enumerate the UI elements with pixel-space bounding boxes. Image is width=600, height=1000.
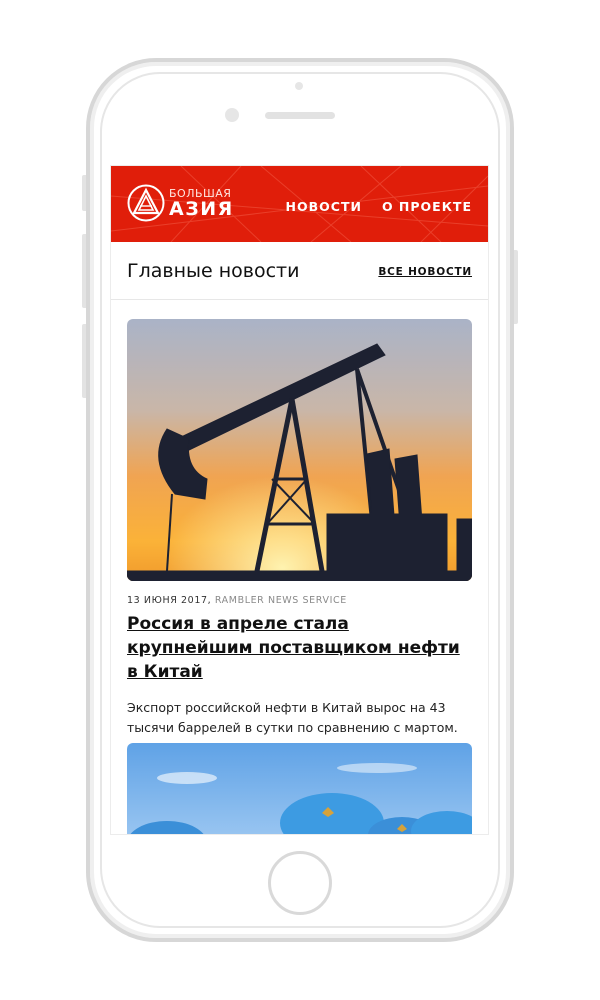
article-meta: 13 июня 2017, RAMBLER NEWS SERVICE <box>127 595 472 606</box>
news-card <box>127 743 472 834</box>
section-header: Главные новости Все новости <box>111 242 488 300</box>
brand-logo-text[interactable]: Большая АЗИЯ <box>169 188 234 219</box>
section-title: Главные новости <box>127 260 300 282</box>
proximity-sensor <box>295 82 303 90</box>
article-lead: Экспорт российской нефти в Китай вырос н… <box>127 700 458 735</box>
oil-pump-jack-image[interactable] <box>127 319 472 581</box>
phone-screen: Большая АЗИЯ Новости О проекте Главные н… <box>111 166 488 834</box>
nav-item-news[interactable]: Новости <box>286 199 362 214</box>
earpiece-speaker <box>265 112 335 119</box>
home-button <box>268 851 332 915</box>
all-news-link[interactable]: Все новости <box>378 266 472 278</box>
nav-item-about[interactable]: О проекте <box>382 199 472 214</box>
site-header: Большая АЗИЯ Новости О проекте <box>111 166 488 242</box>
main-nav: Новости О проекте <box>286 199 472 214</box>
article-headline[interactable]: Россия в апреле стала крупнейшим поставщ… <box>127 612 472 684</box>
news-card: 13 июня 2017, RAMBLER NEWS SERVICE Росси… <box>127 319 472 751</box>
crowd-blue-caps-image[interactable] <box>127 743 472 834</box>
front-camera <box>225 108 239 122</box>
triangle-in-circle-logo-icon[interactable] <box>127 184 165 222</box>
brand-name-big: АЗИЯ <box>169 198 234 220</box>
article-source: RAMBLER NEWS SERVICE <box>214 595 347 606</box>
article-date: 13 июня 2017, <box>127 595 212 606</box>
